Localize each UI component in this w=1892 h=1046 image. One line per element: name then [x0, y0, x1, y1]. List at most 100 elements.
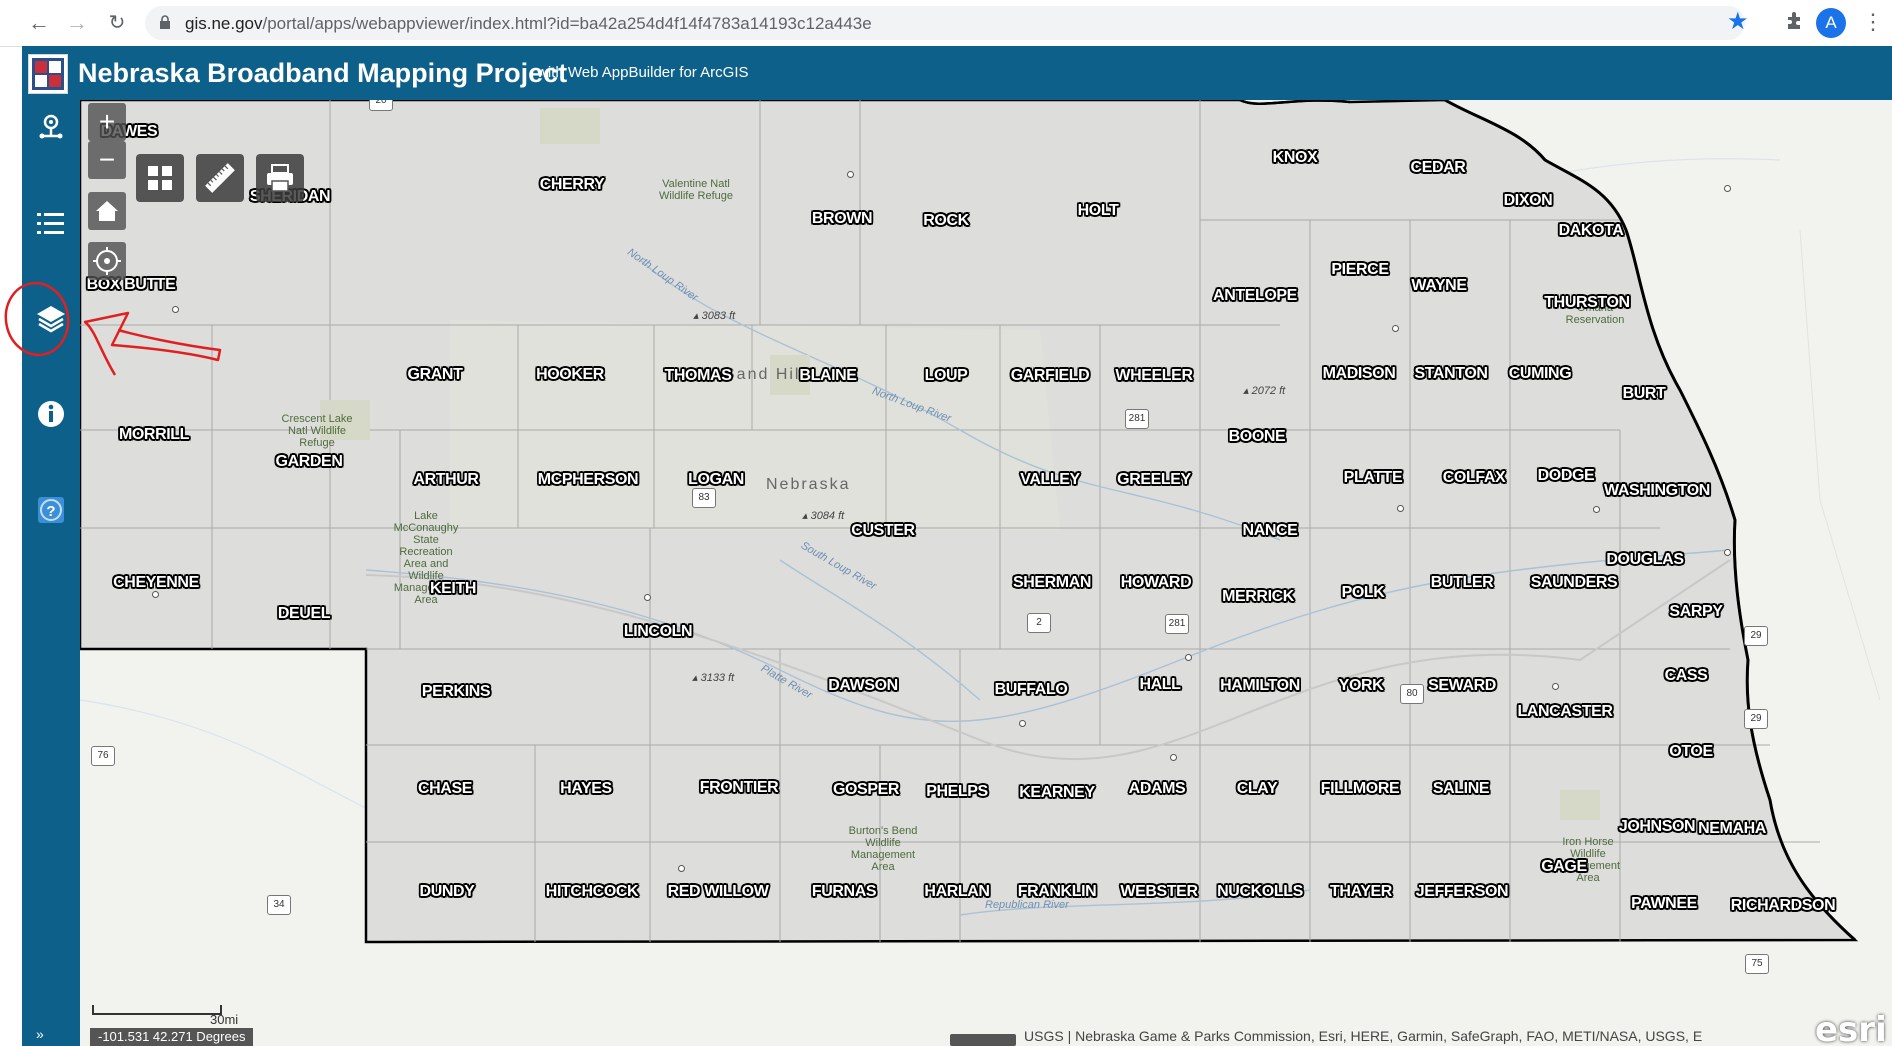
home-button[interactable]: [88, 192, 126, 230]
highway-shield: 2: [1027, 613, 1051, 633]
county-label: BOONE: [1228, 428, 1286, 445]
sidebar-expand-icon[interactable]: »: [36, 1026, 44, 1042]
county-label: WAYNE: [1411, 277, 1467, 294]
app-logo: [28, 54, 68, 94]
basemap-gallery-button[interactable]: [136, 154, 184, 202]
county-label: KNOX: [1272, 149, 1318, 166]
county-label: POLK: [1341, 584, 1385, 601]
county-label: MCPHERSON: [537, 471, 639, 488]
county-label: LOUP: [924, 367, 968, 384]
county-label: GAGE: [1541, 858, 1587, 875]
extensions-puzzle-icon[interactable]: [1784, 9, 1806, 31]
map-attribution: USGS | Nebraska Game & Parks Commission,…: [1024, 1028, 1703, 1044]
info-icon[interactable]: [34, 397, 68, 431]
feature-label: Valentine Natl Wildlife Refuge: [659, 178, 733, 202]
zoom-in-button[interactable]: +: [88, 103, 126, 141]
county-label: NANCE: [1242, 522, 1298, 539]
region-label: Nebraska: [766, 476, 851, 493]
elevation-label: ▴ 3083 ft: [693, 310, 736, 322]
county-label: COLFAX: [1442, 469, 1506, 486]
legend-list-icon[interactable]: [34, 207, 68, 241]
highway-shield: 281: [1125, 409, 1149, 429]
county-label: CHEYENNE: [113, 574, 199, 591]
url-text[interactable]: gis.ne.gov/portal/apps/webappviewer/inde…: [185, 14, 872, 34]
help-icon[interactable]: ?: [34, 493, 68, 527]
attribution-toggle[interactable]: [950, 1034, 1016, 1046]
county-label: JOHNSON: [1618, 818, 1696, 835]
locate-icon: [93, 247, 121, 275]
county-label: DOUGLAS: [1606, 551, 1684, 568]
county-label: MADISON: [1322, 365, 1396, 382]
app-header: Nebraska Broadband Mapping Project with …: [22, 46, 1892, 100]
county-label: HOLT: [1077, 202, 1119, 219]
app-subtitle: with Web AppBuilder for ArcGIS: [537, 64, 749, 81]
county-label: KEITH: [429, 580, 477, 597]
county-label: BUFFALO: [994, 681, 1068, 698]
county-label: CHASE: [417, 780, 473, 797]
county-label: SARPY: [1669, 603, 1723, 620]
county-label: BURT: [1622, 385, 1666, 402]
county-label: BUTLER: [1430, 574, 1494, 591]
scale-label: 30mi: [210, 1012, 239, 1027]
bookmark-star-icon[interactable]: ★: [1727, 9, 1749, 35]
elevation-label: ▴ 3133 ft: [692, 672, 735, 684]
county-label: PIERCE: [1331, 261, 1389, 278]
county-label: DEUEL: [277, 605, 331, 622]
city-label: [1019, 716, 1028, 730]
county-label: GREELEY: [1117, 471, 1191, 488]
county-label: DIXON: [1503, 192, 1553, 209]
highway-shield: 80: [1400, 684, 1424, 704]
widget-sidebar: ? »: [22, 100, 80, 1046]
zoom-out-button[interactable]: −: [88, 141, 126, 179]
county-label: RED WILLOW: [667, 883, 769, 900]
reload-icon[interactable]: ↻: [104, 10, 130, 36]
county-label: OTOE: [1669, 743, 1713, 760]
county-label: LOGAN: [688, 471, 744, 488]
county-label: BROWN: [811, 210, 873, 227]
print-icon: [267, 164, 293, 192]
county-label: CASS: [1664, 667, 1708, 684]
print-button[interactable]: [256, 154, 304, 202]
locate-button[interactable]: [88, 242, 126, 280]
address-bar[interactable]: gis.ne.gov/portal/apps/webappviewer/inde…: [145, 6, 1745, 40]
county-label: LINCOLN: [623, 623, 693, 640]
esri-logo[interactable]: esri: [1815, 1010, 1887, 1046]
county-label: ARTHUR: [413, 471, 479, 488]
layers-icon[interactable]: [34, 302, 68, 336]
city-label: [1392, 321, 1401, 335]
browser-menu-icon[interactable]: ⋮: [1862, 8, 1884, 36]
county-label: GOSPER: [832, 781, 900, 798]
county-label: ROCK: [923, 212, 969, 229]
profile-avatar[interactable]: A: [1816, 8, 1846, 38]
county-label: JEFFERSON: [1415, 883, 1509, 900]
map-pin-network-icon[interactable]: [34, 110, 68, 144]
county-label: MERRICK: [1222, 588, 1294, 605]
city-label: [1397, 501, 1406, 515]
city-label: [1724, 181, 1733, 195]
county-label: HALL: [1139, 676, 1181, 693]
county-label: DAWSON: [828, 677, 898, 694]
back-icon[interactable]: ←: [26, 10, 52, 36]
coordinate-readout[interactable]: -101.531 42.271 Degrees: [90, 1028, 254, 1046]
county-label: GARDEN: [275, 453, 343, 470]
county-label: CEDAR: [1410, 159, 1466, 176]
city-label: [172, 302, 181, 316]
county-label: SHERMAN: [1012, 574, 1092, 591]
city-label: [678, 861, 687, 875]
forward-icon[interactable]: →: [64, 10, 90, 36]
highway-shield: 29: [1744, 626, 1768, 646]
county-label: SALINE: [1432, 780, 1490, 797]
county-label: GRANT: [407, 366, 463, 383]
county-label: SEWARD: [1428, 677, 1496, 694]
highway-shield: 29: [1744, 709, 1768, 729]
measure-button[interactable]: [196, 154, 244, 202]
map-view[interactable]: Nebraska Sand Hills Valentine Natl Wildlife…: [80, 100, 1892, 1046]
svg-text:?: ?: [46, 503, 55, 520]
county-label: YORK: [1338, 677, 1384, 694]
county-label: THURSTON: [1544, 294, 1630, 311]
county-label: THAYER: [1330, 883, 1392, 900]
county-label: SAUNDERS: [1530, 574, 1618, 591]
county-label: NEMAHA: [1698, 820, 1766, 837]
elevation-label: ▴ 3084 ft: [802, 510, 845, 522]
county-label: LANCASTER: [1517, 703, 1613, 720]
